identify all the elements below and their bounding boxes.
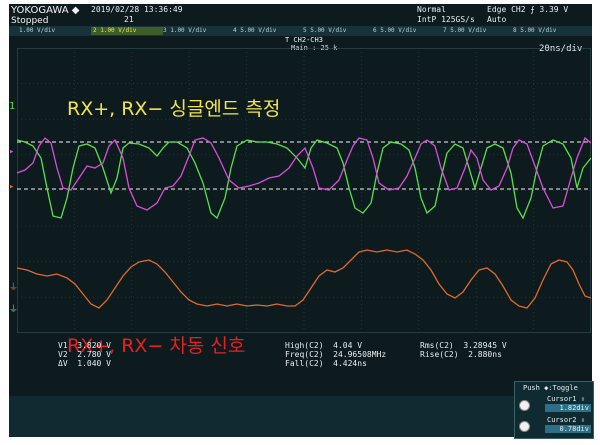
channel-3-level-marker: ▸ xyxy=(9,147,15,157)
freq-measurement: Freq(C2) 24.96508MHz xyxy=(285,350,387,359)
brand-logo: YOKOGAWA ◆ xyxy=(11,5,80,16)
sample-rate: IntP 125GS/s xyxy=(417,15,475,24)
cursor-2-radio[interactable] xyxy=(519,421,530,432)
channel-6-setting[interactable]: 6 5.00 V/div xyxy=(371,27,443,35)
channel-2-level-marker: 1 xyxy=(9,101,16,112)
rms-measurement: Rms(C2) 3.28945 V xyxy=(420,341,507,350)
channel-2-setting[interactable]: 2 1.00 V/div xyxy=(91,27,163,35)
oscilloscope-screen: YOKOGAWA ◆ Stopped 2019/02/28 13:36:49 2… xyxy=(9,4,594,439)
acquisition-status: Stopped xyxy=(11,16,49,26)
trace-differential xyxy=(17,249,591,309)
cursor-2-value: 0.78div xyxy=(545,425,591,433)
channel-8-setting[interactable]: 8 5.00 V/div xyxy=(511,27,587,35)
fall-measurement: Fall(C2) 4.424ns xyxy=(285,359,367,368)
acquisition-count: 21 xyxy=(124,15,134,24)
cursor-1-label: Cursor1 ⇳ xyxy=(547,395,585,403)
channel-1-setting[interactable]: 1.00 V/div xyxy=(17,27,91,35)
ground-marker-2: ⏚ xyxy=(9,305,19,315)
cursor-v2-readout: V2 2.780 V xyxy=(58,350,111,359)
measurement-bar xyxy=(9,396,592,437)
trace-rx-plus xyxy=(17,139,591,220)
rise-measurement: Rise(C2) 2.880ns xyxy=(420,350,502,359)
cursor-1-radio[interactable] xyxy=(519,400,530,411)
cursor-delta-v-readout: ΔV 1.040 V xyxy=(58,359,111,368)
single-ended-annotation: RX+, RX− 싱글엔드 측정 xyxy=(67,98,281,120)
cursor-2-label: Cursor2 ⇳ xyxy=(547,416,585,424)
cursor-v1-readout: V1 3.820 V xyxy=(58,341,111,350)
waveform-grid xyxy=(17,48,591,333)
channel-4-setting[interactable]: 4 5.00 V/div xyxy=(231,27,303,35)
cursor-1-value: 1.82div xyxy=(545,404,591,412)
math-level-marker: ▸ xyxy=(9,182,15,192)
high-measurement: High(C2) 4.04 V xyxy=(285,341,363,350)
trigger-setting: Edge CH2 ⨍ 3.39 V xyxy=(487,5,569,14)
channel-bar: 1.00 V/div 2 1.00 V/div 3 1.00 V/div 4 5… xyxy=(9,26,592,36)
acquisition-mode: Normal xyxy=(417,5,446,14)
trigger-marker: T CH2-CH3 xyxy=(285,36,323,44)
channel-7-setting[interactable]: 7 5.00 V/div xyxy=(441,27,513,35)
trace-rx-minus xyxy=(17,136,591,211)
cursor-panel: Push ◆:Toggle Cursor1 ⇳ 1.82div Cursor2 … xyxy=(514,381,594,439)
channel-3-setting[interactable]: 3 1.00 V/div xyxy=(161,27,233,35)
channel-5-setting[interactable]: 5 5.00 V/div xyxy=(301,27,373,35)
toggle-hint: Push ◆:Toggle xyxy=(523,384,578,392)
ground-marker-1: ⏚ xyxy=(9,283,19,293)
trigger-mode: Auto xyxy=(487,15,507,24)
datetime: 2019/02/28 13:36:49 xyxy=(91,5,183,14)
